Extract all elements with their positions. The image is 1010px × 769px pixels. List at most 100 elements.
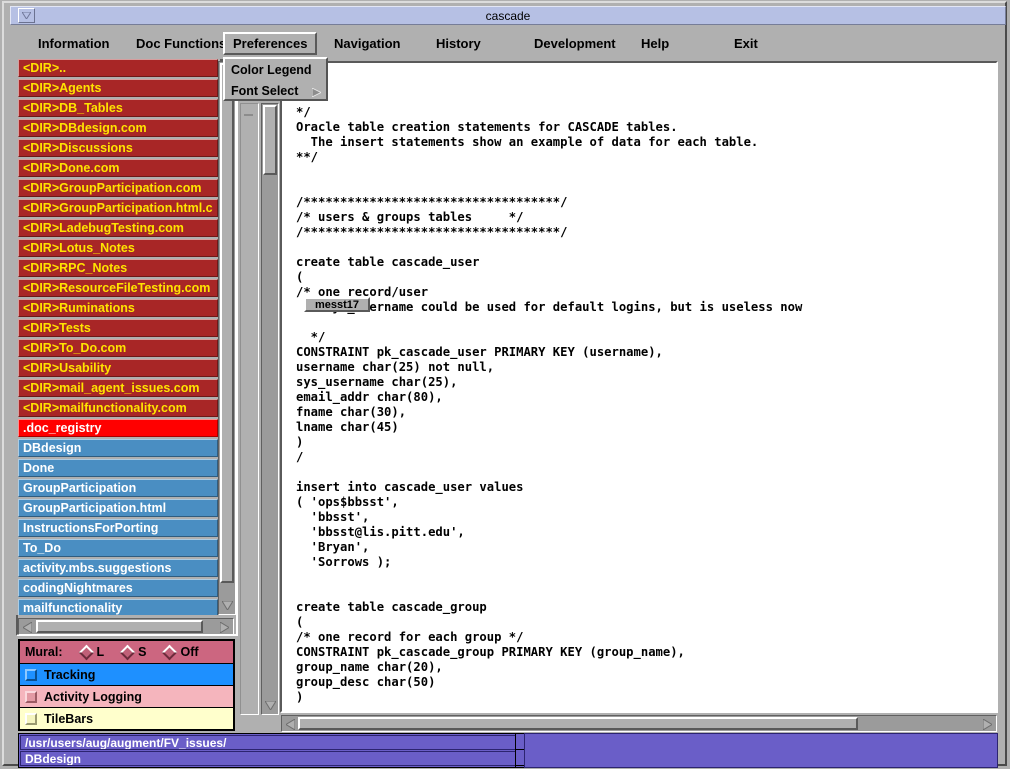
scroll-right-arrow-icon[interactable] bbox=[218, 621, 231, 634]
radio-mural-l-icon[interactable] bbox=[78, 644, 94, 660]
file-list-item[interactable]: <DIR>GroupParticipation.html.c bbox=[18, 199, 218, 217]
file-list-item-label: Done bbox=[23, 461, 55, 475]
tilebar-column[interactable] bbox=[240, 103, 259, 715]
status-divider-lower bbox=[516, 750, 524, 766]
application-window: cascade Information Doc Functions Preferen… bbox=[0, 0, 1010, 769]
toggle-tracking-label: Tracking bbox=[44, 667, 96, 682]
file-list-item[interactable]: To_Do bbox=[18, 539, 218, 557]
toggle-activity-logging-label: Activity Logging bbox=[44, 689, 142, 704]
file-list-item[interactable]: <DIR>.. bbox=[18, 59, 218, 77]
title-bar: cascade bbox=[10, 6, 1006, 25]
radio-mural-s-label: S bbox=[138, 645, 147, 659]
menu-information[interactable]: Information bbox=[30, 32, 118, 55]
file-list-item[interactable]: <DIR>DBdesign.com bbox=[18, 119, 218, 137]
document-vertical-scrollbar[interactable] bbox=[261, 103, 279, 715]
file-list-item[interactable]: GroupParticipation.html bbox=[18, 499, 218, 517]
document-horizontal-scrollbar[interactable] bbox=[281, 715, 997, 732]
file-list-item[interactable]: Done bbox=[18, 459, 218, 477]
toggle-tilebars-label: TileBars bbox=[44, 711, 94, 726]
tilebar-tick bbox=[244, 114, 253, 116]
file-list[interactable]: <DIR>.. <DIR>Agents <DIR>DB_Tables <DIR>DBd… bbox=[16, 59, 220, 615]
file-list-item[interactable]: mailfunctionality bbox=[18, 599, 218, 615]
toggle-activity-logging-row[interactable]: Activity Logging bbox=[20, 686, 233, 707]
status-secondary-pane[interactable] bbox=[524, 733, 998, 768]
menu-item-font-select[interactable]: Font Select bbox=[225, 80, 326, 101]
file-list-item-label: GroupParticipation bbox=[23, 481, 137, 495]
checkbox-tracking-icon[interactable] bbox=[25, 668, 37, 681]
menu-navigation[interactable]: Navigation bbox=[326, 32, 408, 55]
scroll-left-arrow-icon[interactable] bbox=[284, 718, 297, 731]
file-list-item[interactable]: <DIR>LadebugTesting.com bbox=[18, 219, 218, 237]
toggle-tracking-row[interactable]: Tracking bbox=[20, 664, 233, 685]
checkbox-tilebars-icon[interactable] bbox=[25, 712, 37, 725]
toggle-tilebars-row[interactable]: TileBars bbox=[20, 708, 233, 729]
file-list-vertical-scrollbar[interactable] bbox=[218, 61, 236, 615]
menu-item-label: Font Select bbox=[231, 83, 299, 98]
file-list-item[interactable]: <DIR>GroupParticipation.com bbox=[18, 179, 218, 197]
radio-mural-s-icon[interactable] bbox=[119, 644, 136, 660]
radio-mural-l-label: L bbox=[96, 645, 105, 659]
menu-help[interactable]: Help bbox=[633, 32, 677, 55]
file-list-item-label: <DIR>mail_agent_issues.com bbox=[23, 381, 200, 395]
menu-label: Doc Functions bbox=[136, 36, 227, 51]
file-list-item-label: DBdesign bbox=[23, 441, 82, 455]
file-list-item[interactable]: <DIR>Tests bbox=[18, 319, 218, 337]
file-list-item[interactable]: <DIR>RPC_Notes bbox=[18, 259, 218, 277]
menu-item-color-legend[interactable]: Color Legend bbox=[225, 59, 326, 80]
menu-label: Preferences bbox=[233, 36, 308, 51]
file-list-item[interactable]: <DIR>Lotus_Notes bbox=[18, 239, 218, 257]
file-list-item[interactable]: DBdesign bbox=[18, 439, 218, 457]
file-list-item[interactable]: .doc_registry bbox=[18, 419, 218, 437]
tile-marker-messt17[interactable]: messt17 bbox=[304, 297, 370, 312]
file-list-item[interactable]: GroupParticipation bbox=[18, 479, 218, 497]
menu-preferences[interactable]: Preferences bbox=[223, 32, 318, 55]
window-menu-triangle-icon bbox=[22, 12, 31, 19]
menu-bar: Information Doc Functions Preferences Navig… bbox=[16, 30, 999, 57]
menu-exit[interactable]: Exit bbox=[726, 32, 766, 55]
file-list-item[interactable]: <DIR>Agents bbox=[18, 79, 218, 97]
menu-item-label: Color Legend bbox=[231, 62, 312, 77]
menu-doc-functions[interactable]: Doc Functions bbox=[128, 32, 234, 55]
file-list-item[interactable]: <DIR>DB_Tables bbox=[18, 99, 218, 117]
file-list-item-label: GroupParticipation.html bbox=[23, 501, 167, 515]
file-list-item[interactable]: <DIR>Discussions bbox=[18, 139, 218, 157]
path-status-box[interactable]: /usr/users/aug/augment/FV_issues/ DBdesi… bbox=[18, 733, 521, 768]
file-list-item[interactable]: InstructionsForPorting bbox=[18, 519, 218, 537]
file-list-item-label: mailfunctionality bbox=[23, 601, 123, 615]
file-list-item-label: <DIR>To_Do.com bbox=[23, 341, 127, 355]
file-list-item-label: .doc_registry bbox=[23, 421, 102, 435]
file-list-item-label: To_Do bbox=[23, 541, 61, 555]
file-list-item[interactable]: <DIR>mailfunctionality.com bbox=[18, 399, 218, 417]
scrollbar-thumb[interactable] bbox=[36, 620, 203, 633]
file-list-item[interactable]: activity.mbs.suggestions bbox=[18, 559, 218, 577]
file-list-item-label: <DIR>GroupParticipation.com bbox=[23, 181, 202, 195]
radio-mural-off-icon[interactable] bbox=[162, 644, 178, 660]
file-list-item-label: <DIR>GroupParticipation.html.c bbox=[23, 201, 213, 215]
file-list-item[interactable]: <DIR>ResourceFileTesting.com bbox=[18, 279, 218, 297]
menu-history[interactable]: History bbox=[428, 32, 489, 55]
menu-label: Help bbox=[641, 36, 670, 51]
menu-label: Development bbox=[534, 36, 616, 51]
file-list-item-label: <DIR>RPC_Notes bbox=[23, 261, 128, 275]
file-list-item[interactable]: <DIR>Done.com bbox=[18, 159, 218, 177]
scroll-down-arrow-icon[interactable] bbox=[264, 699, 277, 712]
file-list-item[interactable]: <DIR>Ruminations bbox=[18, 299, 218, 317]
menu-development[interactable]: Development bbox=[526, 32, 624, 55]
scroll-left-arrow-icon[interactable] bbox=[21, 621, 34, 634]
file-list-item-label: <DIR>Lotus_Notes bbox=[23, 241, 135, 255]
file-list-item-label: codingNightmares bbox=[23, 581, 133, 595]
scroll-right-arrow-icon[interactable] bbox=[981, 718, 994, 731]
scrollbar-thumb[interactable] bbox=[263, 105, 277, 175]
file-list-horizontal-scrollbar[interactable] bbox=[18, 618, 234, 635]
file-list-item[interactable]: codingNightmares bbox=[18, 579, 218, 597]
document-source-text[interactable]: */ Oracle table creation statements for … bbox=[296, 105, 986, 705]
mural-mode-row: Mural: L S Off bbox=[20, 641, 233, 663]
checkbox-activity-logging-icon[interactable] bbox=[25, 690, 37, 703]
scroll-down-arrow-icon[interactable] bbox=[221, 599, 234, 612]
window-menu-button[interactable] bbox=[18, 8, 35, 23]
scrollbar-thumb[interactable] bbox=[220, 63, 234, 583]
file-list-item[interactable]: <DIR>Usability bbox=[18, 359, 218, 377]
scrollbar-thumb[interactable] bbox=[298, 717, 858, 730]
file-list-item[interactable]: <DIR>mail_agent_issues.com bbox=[18, 379, 218, 397]
file-list-item[interactable]: <DIR>To_Do.com bbox=[18, 339, 218, 357]
